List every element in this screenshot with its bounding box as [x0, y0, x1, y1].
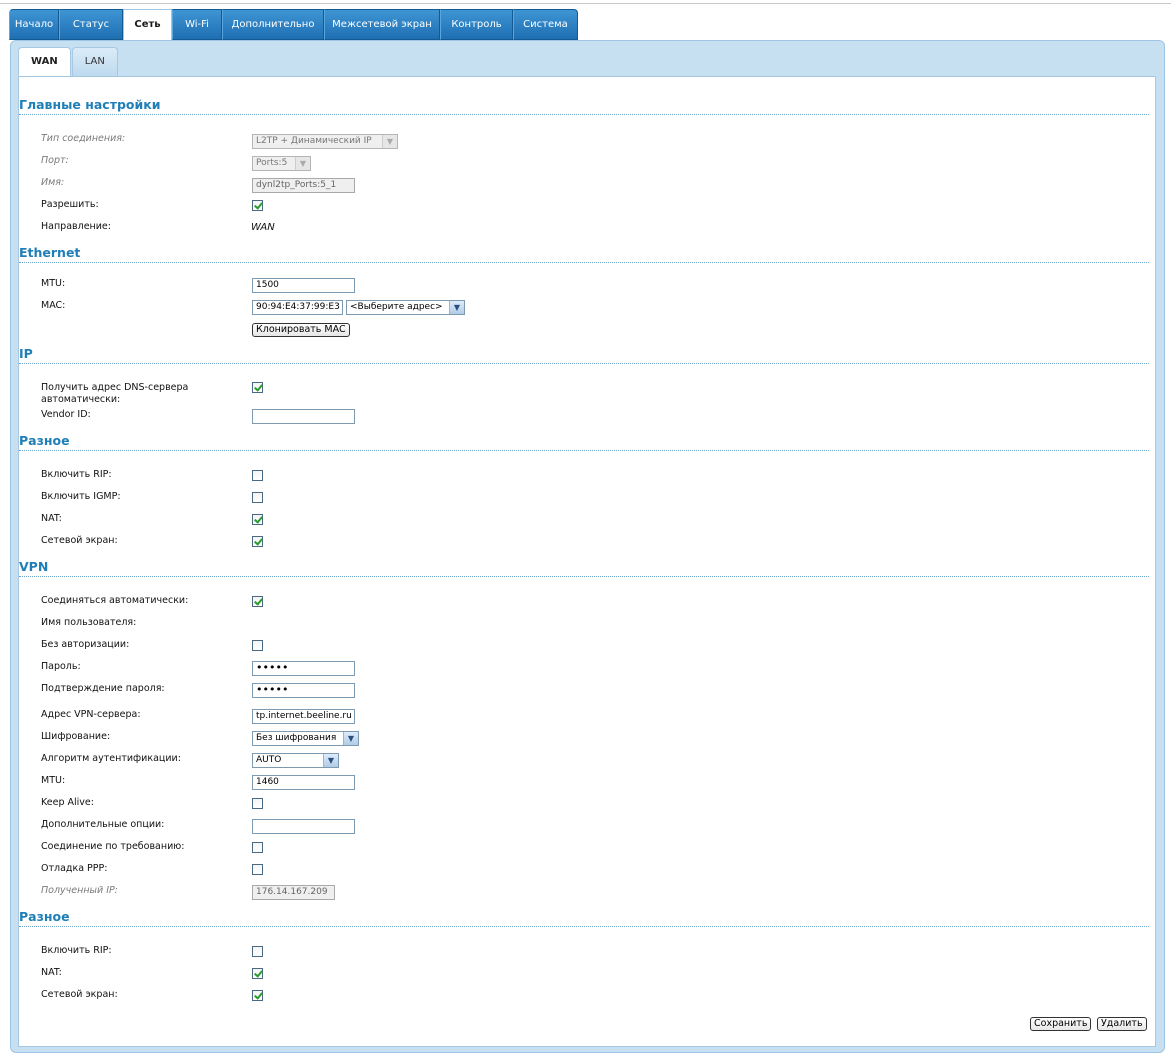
mac-select[interactable]: <Выберите адрес> ▼	[346, 300, 465, 315]
tab-7[interactable]: Система	[513, 9, 578, 40]
tab-6[interactable]: Контроль	[440, 9, 513, 40]
dns-auto-label: Получить адрес DNS-сервера автоматически…	[41, 382, 189, 405]
mac-label: MAC:	[41, 300, 66, 311]
direction-label: Направление:	[41, 221, 111, 232]
main-panel: WAN LAN	[10, 40, 1165, 1053]
vpn-encryption-value: Без шифрования	[256, 733, 337, 743]
mac-input[interactable]: 90:94:E4:37:99:E3	[252, 300, 343, 315]
igmp-checkbox[interactable]	[252, 492, 263, 503]
chevron-down-icon: ▼	[382, 135, 397, 148]
vpn-encryption-label: Шифрование:	[41, 731, 111, 742]
chevron-down-icon: ▼	[343, 732, 358, 745]
enable-label: Разрешить:	[41, 199, 99, 210]
dns-auto-checkbox[interactable]	[252, 382, 263, 393]
section-title-ip: IP	[19, 346, 1149, 364]
vpn-server-label: Адрес VPN-сервера:	[41, 709, 141, 720]
subtab-0[interactable]: WAN	[18, 47, 71, 77]
subtab-1[interactable]: LAN	[71, 47, 118, 77]
vpn-noauth-checkbox[interactable]	[252, 640, 263, 651]
chevron-down-icon: ▼	[323, 754, 338, 767]
section-title-misc: Разное	[19, 433, 1149, 451]
rip-2-checkbox[interactable]	[252, 946, 263, 957]
vpn-auth-label: Алгоритм аутентификации:	[41, 753, 181, 764]
keepalive-checkbox[interactable]	[252, 798, 263, 809]
conn-type-select[interactable]: L2TP + Динамический IP ▼	[252, 134, 398, 149]
tab-5[interactable]: Межсетевой экран	[324, 9, 440, 40]
rip-label: Включить RIP:	[41, 469, 112, 480]
extra-options-input[interactable]	[252, 819, 355, 834]
direction-value: WAN	[251, 222, 275, 233]
conn-type-label: Тип соединения:	[41, 133, 126, 144]
save-button[interactable]: Сохранить	[1030, 1017, 1092, 1031]
ppp-debug-checkbox[interactable]	[252, 864, 263, 875]
port-select[interactable]: Ports:5 ▼	[252, 156, 311, 171]
vendor-id-input[interactable]	[252, 409, 355, 424]
chevron-down-icon: ▼	[295, 157, 310, 170]
vpn-server-input[interactable]: tp.internet.beeline.ru	[252, 709, 355, 724]
vpn-auto-label: Соединяться автоматически:	[41, 595, 189, 606]
eth-mtu-label: MTU:	[41, 278, 66, 289]
nat-label: NAT:	[41, 513, 62, 524]
section-title-vpn: VPN	[19, 559, 1149, 577]
chevron-down-icon: ▼	[449, 301, 464, 314]
on-demand-checkbox[interactable]	[252, 842, 263, 853]
vpn-auth-select[interactable]: AUTO ▼	[252, 753, 339, 768]
ppp-debug-label: Отладка PPP:	[41, 863, 108, 874]
top-navigation: Начало Статус Сеть Wi-Fi Дополнительно Межсет…	[9, 9, 578, 40]
vpn-password-confirm-label: Подтверждение пароля:	[41, 683, 165, 694]
received-ip-label: Полученный IP:	[41, 885, 118, 896]
window-top-edge	[0, 0, 1171, 4]
eth-mtu-input[interactable]: 1500	[252, 278, 355, 293]
section-title-misc-2: Разное	[19, 909, 1149, 927]
nat-checkbox[interactable]	[252, 514, 263, 525]
section-title-main: Главные настройки	[19, 97, 1149, 115]
rip-checkbox[interactable]	[252, 470, 263, 481]
name-label: Имя:	[41, 177, 65, 188]
igmp-label: Включить IGMP:	[41, 491, 121, 502]
port-label: Порт:	[41, 155, 69, 166]
enable-checkbox[interactable]	[252, 200, 263, 211]
vpn-username-label: Имя пользователя:	[41, 617, 137, 628]
firewall-2-label: Сетевой экран:	[41, 989, 118, 1000]
vendor-id-label: Vendor ID:	[41, 409, 91, 420]
tab-0[interactable]: Начало	[9, 9, 59, 40]
extra-options-label: Дополнительные опции:	[41, 819, 165, 830]
tab-2[interactable]: Сеть	[123, 9, 172, 40]
vpn-mtu-label: MTU:	[41, 775, 66, 786]
firewall-label: Сетевой экран:	[41, 535, 118, 546]
port-value: Ports:5	[256, 158, 288, 168]
mac-select-value: <Выберите адрес>	[350, 302, 443, 312]
vpn-auto-checkbox[interactable]	[252, 596, 263, 607]
vpn-mtu-input[interactable]: 1460	[252, 775, 355, 790]
nat-2-checkbox[interactable]	[252, 968, 263, 979]
nat-2-label: NAT:	[41, 967, 62, 978]
clone-mac-button[interactable]: Клонировать MAC	[252, 323, 350, 337]
rip-2-label: Включить RIP:	[41, 945, 112, 956]
vpn-password-label: Пароль:	[41, 661, 81, 672]
firewall-checkbox[interactable]	[252, 536, 263, 547]
tab-3[interactable]: Wi-Fi	[172, 9, 222, 40]
tab-1[interactable]: Статус	[59, 9, 123, 40]
tab-4[interactable]: Дополнительно	[222, 9, 324, 40]
received-ip-field: 176.14.167.209	[252, 885, 335, 900]
sub-navigation: WAN LAN	[18, 47, 119, 77]
name-field[interactable]: dynl2tp_Ports:5_1	[252, 178, 355, 193]
vpn-password-input[interactable]: •••••	[252, 661, 355, 676]
on-demand-label: Соединение по требованию:	[41, 841, 185, 852]
vpn-noauth-label: Без авторизации:	[41, 639, 130, 650]
conn-type-value: L2TP + Динамический IP	[256, 136, 372, 146]
section-title-ethernet: Ethernet	[19, 245, 1149, 263]
vpn-auth-value: AUTO	[256, 755, 282, 765]
firewall-2-checkbox[interactable]	[252, 990, 263, 1001]
vpn-encryption-select[interactable]: Без шифрования ▼	[252, 731, 359, 746]
keepalive-label: Keep Alive:	[41, 797, 94, 808]
vpn-password-confirm-input[interactable]: •••••	[252, 683, 355, 698]
delete-button[interactable]: Удалить	[1097, 1017, 1147, 1031]
